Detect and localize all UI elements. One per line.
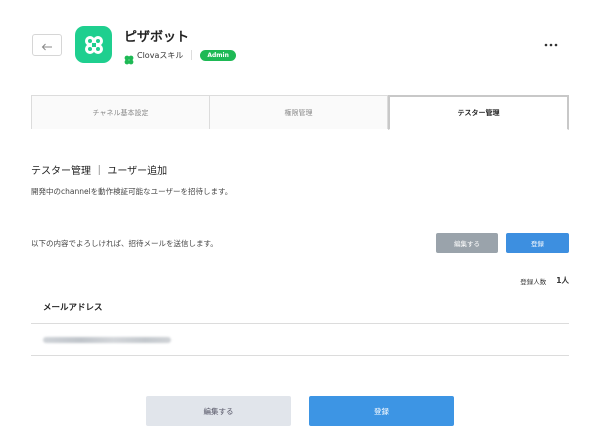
platform-label: Clovaスキル (137, 50, 184, 60)
tab-permission-management[interactable]: 権限管理 (210, 95, 388, 129)
section-description: 開発中のchannelを動作検証可能なユーザーを招待します。 (31, 187, 233, 196)
register-button[interactable]: 登録 (506, 233, 569, 253)
tab-channel-settings[interactable]: チャネル基本設定 (31, 95, 210, 129)
clover-icon (84, 35, 103, 54)
role-badge: Admin (200, 49, 236, 61)
tab-tester-management[interactable]: テスター管理 (388, 95, 569, 130)
app-meta-row: Clovaスキル Admin (124, 48, 236, 65)
section-title: テスター管理 ｜ ユーザー追加 (31, 166, 168, 177)
clova-icon (124, 50, 134, 65)
more-horizontal-icon (544, 35, 558, 51)
arrow-left-icon (41, 36, 53, 55)
footer-edit-button[interactable]: 編集する (146, 396, 291, 426)
count-label: 登録人数 (520, 277, 547, 286)
confirm-text: 以下の内容でよろしければ、招待メールを送信します。 (31, 239, 218, 248)
table-row (31, 324, 569, 356)
back-button[interactable] (32, 34, 62, 56)
count-value: 1人 (556, 276, 569, 285)
registration-count: 登録人数 1人 (520, 275, 569, 286)
edit-button[interactable]: 編集する (436, 233, 498, 253)
email-column-header: メールアドレス (31, 291, 569, 324)
footer-register-button[interactable]: 登録 (309, 396, 454, 426)
more-options-button[interactable] (544, 38, 558, 48)
settings-tabs: チャネル基本設定 権限管理 テスター管理 (31, 95, 569, 130)
app-title: ピザボット (124, 30, 190, 45)
redacted-email (43, 336, 171, 343)
app-logo (75, 26, 112, 63)
divider (191, 50, 193, 60)
